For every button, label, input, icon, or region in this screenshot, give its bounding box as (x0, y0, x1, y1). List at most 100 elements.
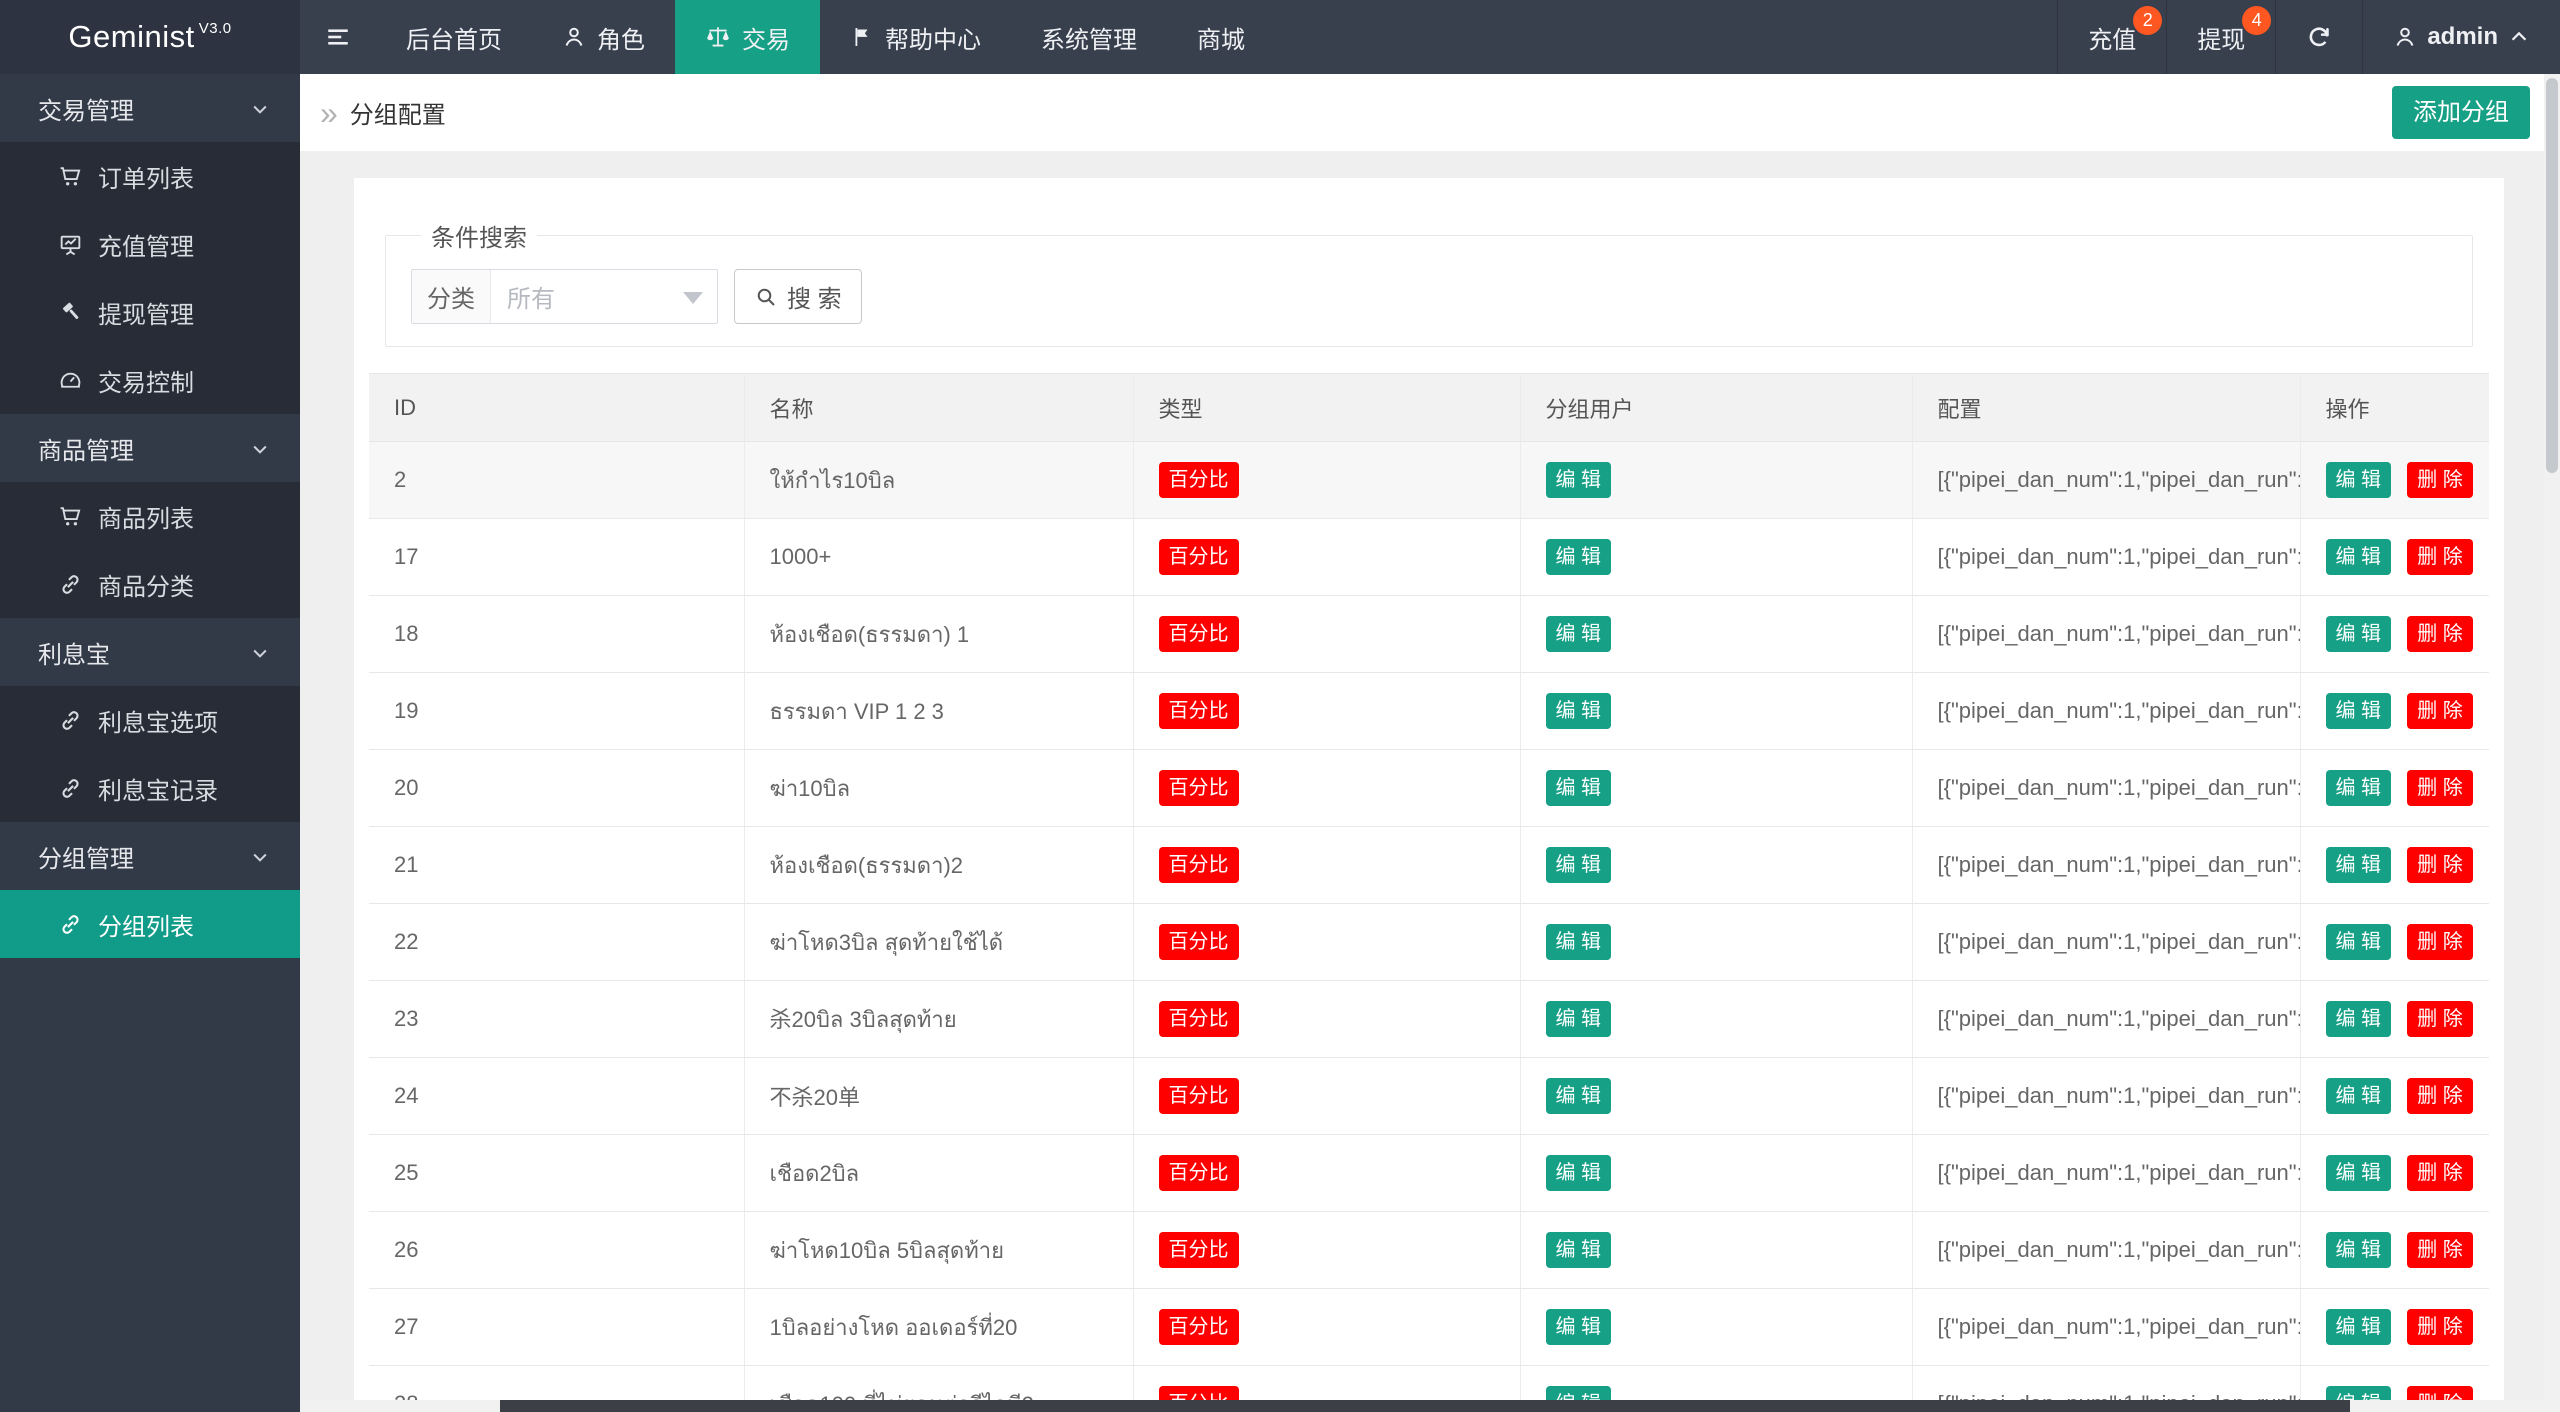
delete-button[interactable]: 删 除 (2407, 1078, 2473, 1114)
column-header-0: ID (369, 374, 744, 442)
edit-button[interactable]: 编 辑 (2326, 539, 2392, 575)
user-icon (562, 25, 586, 49)
link-icon (58, 572, 83, 597)
group-user-edit-button[interactable]: 编 辑 (1546, 1001, 1612, 1037)
group-user-edit-button[interactable]: 编 辑 (1546, 462, 1612, 498)
horizontal-scrollbar-thumb[interactable] (500, 1400, 2350, 1412)
delete-button[interactable]: 删 除 (2407, 1309, 2473, 1345)
row-id-cell: 21 (369, 827, 744, 904)
search-button[interactable]: 搜 索 (734, 269, 862, 324)
select-caret-icon (683, 292, 703, 304)
edit-button[interactable]: 编 辑 (2326, 1232, 2392, 1268)
group-user-edit-button[interactable]: 编 辑 (1546, 539, 1612, 575)
edit-button[interactable]: 编 辑 (2326, 1078, 2392, 1114)
group-user-edit-button[interactable]: 编 辑 (1546, 1078, 1612, 1114)
delete-button[interactable]: 删 除 (2407, 1232, 2473, 1268)
topnav-item-label: 交易 (742, 20, 790, 55)
delete-button[interactable]: 删 除 (2407, 847, 2473, 883)
vertical-scrollbar-thumb[interactable] (2546, 78, 2558, 473)
type-badge: 百分比 (1159, 847, 1239, 883)
delete-button[interactable]: 删 除 (2407, 770, 2473, 806)
row-name-cell: ฆ่า10บิล (744, 750, 1133, 827)
group-user-edit-button[interactable]: 编 辑 (1546, 770, 1612, 806)
edit-button[interactable]: 编 辑 (2326, 770, 2392, 806)
edit-button[interactable]: 编 辑 (2326, 1309, 2392, 1345)
row-type-cell: 百分比 (1133, 904, 1520, 981)
edit-button[interactable]: 编 辑 (2326, 924, 2392, 960)
sidebar-item-goods-list[interactable]: 商品列表 (0, 482, 300, 550)
sidebar-item-trade-control[interactable]: 交易控制 (0, 346, 300, 414)
content: 条件搜索 分类 所有 搜 索 (300, 151, 2544, 1412)
topnav-item-roles[interactable]: 角色 (532, 0, 675, 74)
row-id-cell: 27 (369, 1289, 744, 1366)
row-config-cell: [{"pipei_dan_num":1,"pipei_dan_run":"... (1912, 596, 2300, 673)
sidebar-item-goods-category[interactable]: 商品分类 (0, 550, 300, 618)
edit-button[interactable]: 编 辑 (2326, 462, 2392, 498)
group-user-edit-button[interactable]: 编 辑 (1546, 924, 1612, 960)
topnav-item-system[interactable]: 系统管理 (1011, 0, 1167, 74)
delete-button[interactable]: 删 除 (2407, 539, 2473, 575)
type-badge: 百分比 (1159, 616, 1239, 652)
sidebar-item-label: 交易控制 (98, 363, 194, 398)
sidebar-item-label: 商品分类 (98, 567, 194, 602)
top-nav-items: 后台首页角色 交易帮助中心系统管理商城 (376, 0, 1275, 74)
edit-button[interactable]: 编 辑 (2326, 616, 2392, 652)
brand-logo[interactable]: Geminist V3.0 (0, 0, 300, 74)
user-menu[interactable]: admin (2362, 0, 2560, 74)
delete-button[interactable]: 删 除 (2407, 693, 2473, 729)
row-type-cell: 百分比 (1133, 519, 1520, 596)
withdraw-notifications[interactable]: 提现 4 (2166, 0, 2275, 74)
refresh-icon (2306, 24, 2332, 50)
group-user-edit-button[interactable]: 编 辑 (1546, 847, 1612, 883)
sidebar-section-trade-management[interactable]: 交易管理 (0, 74, 300, 142)
sidebar-item-group-list[interactable]: 分组列表 (0, 890, 300, 958)
sidebar-item-order-list[interactable]: 订单列表 (0, 142, 300, 210)
delete-button[interactable]: 删 除 (2407, 1001, 2473, 1037)
group-user-edit-button[interactable]: 编 辑 (1546, 616, 1612, 652)
sidebar-section-group-management[interactable]: 分组管理 (0, 822, 300, 890)
row-config-cell: [{"pipei_dan_num":1,"pipei_dan_run":"... (1912, 673, 2300, 750)
delete-button[interactable]: 删 除 (2407, 462, 2473, 498)
sidebar-item-withdrawal-management[interactable]: 提现管理 (0, 278, 300, 346)
group-user-edit-button[interactable]: 编 辑 (1546, 1232, 1612, 1268)
brand-name: Geminist (68, 19, 194, 55)
type-badge: 百分比 (1159, 770, 1239, 806)
row-users-cell: 编 辑 (1520, 1212, 1912, 1289)
delete-button[interactable]: 删 除 (2407, 1155, 2473, 1191)
sidebar-toggle-button[interactable] (300, 0, 376, 74)
table-row: 23 杀20บิล 3บิลสุดท้าย 百分比 编 辑 [{"pipei_d… (369, 981, 2489, 1058)
topnav-item-home[interactable]: 后台首页 (376, 0, 532, 74)
delete-button[interactable]: 删 除 (2407, 924, 2473, 960)
category-select[interactable]: 所有 (491, 270, 717, 323)
edit-button[interactable]: 编 辑 (2326, 1155, 2392, 1191)
sidebar-section-goods-management[interactable]: 商品管理 (0, 414, 300, 482)
table-row: 21 ห้องเชือด(ธรรมดา)2 百分比 编 辑 [{"pipei_d… (369, 827, 2489, 904)
group-user-edit-button[interactable]: 编 辑 (1546, 1309, 1612, 1345)
sidebar-item-lixibao-records[interactable]: 利息宝记录 (0, 754, 300, 822)
topnav-item-trade[interactable]: 交易 (675, 0, 820, 74)
row-name-cell: 1000+ (744, 519, 1133, 596)
topnav-item-mall[interactable]: 商城 (1167, 0, 1275, 74)
type-badge: 百分比 (1159, 1078, 1239, 1114)
edit-button[interactable]: 编 辑 (2326, 847, 2392, 883)
horizontal-scrollbar[interactable] (300, 1400, 2544, 1412)
delete-button[interactable]: 删 除 (2407, 616, 2473, 652)
edit-button[interactable]: 编 辑 (2326, 1001, 2392, 1037)
column-header-2: 类型 (1133, 374, 1520, 442)
row-config-cell: [{"pipei_dan_num":1,"pipei_dan_run":"... (1912, 827, 2300, 904)
row-actions-cell: 编 辑 删 除 (2300, 1135, 2489, 1212)
vertical-scrollbar[interactable] (2544, 74, 2560, 1412)
sidebar-item-lixibao-options[interactable]: 利息宝选项 (0, 686, 300, 754)
sidebar-section-lixibao[interactable]: 利息宝 (0, 618, 300, 686)
recharge-notifications[interactable]: 充值 2 (2057, 0, 2166, 74)
topnav-item-help[interactable]: 帮助中心 (820, 0, 1011, 74)
group-user-edit-button[interactable]: 编 辑 (1546, 693, 1612, 729)
edit-button[interactable]: 编 辑 (2326, 693, 2392, 729)
sidebar-item-recharge-management[interactable]: 充值管理 (0, 210, 300, 278)
column-header-3: 分组用户 (1520, 374, 1912, 442)
add-group-button[interactable]: 添加分组 (2392, 86, 2530, 139)
group-user-edit-button[interactable]: 编 辑 (1546, 1155, 1612, 1191)
top-nav: 后台首页角色 交易帮助中心系统管理商城 (300, 0, 2057, 74)
refresh-button[interactable] (2275, 0, 2362, 74)
row-name-cell: ห้องเชือด(ธรรมดา) 1 (744, 596, 1133, 673)
